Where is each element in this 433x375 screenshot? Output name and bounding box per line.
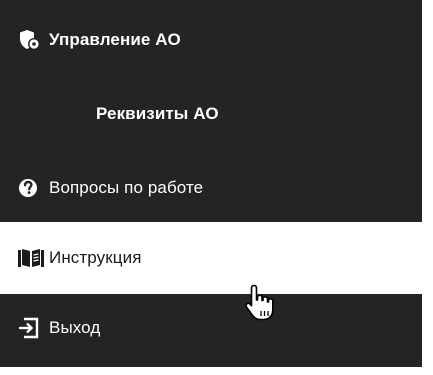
menu-item-label: Выход [49,318,101,337]
menu-item-label: Инструкция [49,248,142,267]
hand-pointer-icon [243,283,275,323]
menu-item-management[interactable]: Управление АО [0,14,422,66]
side-menu: Управление АО Реквизиты АО Вопросы по ра… [0,0,433,375]
menu-item-label: Вопросы по работе [49,178,204,197]
shield-gear-icon [18,29,42,51]
menu-item-logout[interactable]: Выход [0,300,422,356]
open-book-icon [18,247,44,269]
menu-item-label: Управление АО [49,30,181,49]
menu-item-questions[interactable]: Вопросы по работе [0,160,422,216]
menu-item-label: Реквизиты АО [96,104,219,123]
logout-arrow-icon [18,317,42,339]
question-circle-icon [18,177,42,199]
menu-item-instruction[interactable]: Инструкция [0,222,433,294]
menu-item-requisites[interactable]: Реквизиты АО [0,84,422,144]
